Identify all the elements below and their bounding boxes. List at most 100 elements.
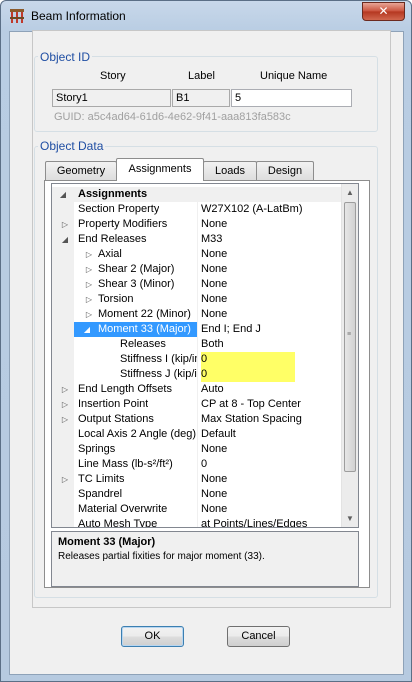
collapse-icon[interactable]: ◢ — [82, 322, 92, 337]
property-value[interactable]: at Points/Lines/Edges — [201, 517, 343, 527]
tab-loads[interactable]: Loads — [203, 161, 257, 181]
property-value[interactable]: None — [201, 487, 343, 502]
grid-row[interactable]: ▷ Output Stations Max Station Spacing — [52, 412, 343, 427]
grid-row[interactable]: Auto Mesh Type at Points/Lines/Edges — [52, 517, 343, 527]
grid-row[interactable]: Local Axis 2 Angle (deg) Default — [52, 427, 343, 442]
close-button[interactable]: ✕ — [362, 2, 405, 21]
property-name: Stiffness J (kip/in — [120, 368, 197, 380]
property-value[interactable]: End I; End J — [201, 322, 343, 337]
expand-icon[interactable]: ▷ — [84, 247, 94, 262]
property-value[interactable]: Max Station Spacing — [201, 412, 343, 427]
grid-row-selected[interactable]: Moment 33 (Major) ◢ End I; End J — [52, 322, 343, 337]
property-value[interactable]: W27X102 (A-LatBm) — [201, 202, 343, 217]
tab-design[interactable]: Design — [256, 161, 314, 181]
collapse-icon[interactable]: ◢ — [58, 187, 68, 202]
grid-row[interactable]: ▷ Moment 22 (Minor) None — [52, 307, 343, 322]
row-margin — [52, 202, 74, 217]
grid-row[interactable]: Section Property W27X102 (A-LatBm) — [52, 202, 343, 217]
property-name: Stiffness I (kip/in — [120, 353, 197, 365]
scroll-down-icon[interactable]: ▼ — [342, 510, 358, 527]
expand-icon[interactable]: ▷ — [84, 277, 94, 292]
grid-row[interactable]: Stiffness I (kip/in 0 — [52, 352, 343, 367]
expand-icon[interactable]: ▷ — [84, 292, 94, 307]
grid-row[interactable]: Releases Both — [52, 337, 343, 352]
property-value[interactable]: None — [201, 217, 343, 232]
property-value[interactable]: None — [201, 262, 343, 277]
category-row-assignments[interactable]: ◢ Assignments — [52, 187, 343, 202]
property-value[interactable]: None — [201, 292, 343, 307]
story-field: Story1 — [52, 89, 171, 107]
scroll-up-icon[interactable]: ▲ — [342, 184, 358, 201]
grid-row[interactable]: ▷ Insertion Point CP at 8 - Top Center — [52, 397, 343, 412]
property-value[interactable]: None — [201, 442, 343, 457]
window-title: Beam Information — [31, 9, 126, 23]
property-name: Material Overwrite — [78, 503, 168, 515]
grid-row[interactable]: ▷ Torsion None — [52, 292, 343, 307]
property-name: End Releases — [78, 233, 147, 245]
expand-icon[interactable]: ▷ — [60, 412, 70, 427]
grid-row[interactable]: Springs None — [52, 442, 343, 457]
property-value[interactable]: Both — [201, 337, 343, 352]
property-name: End Length Offsets — [78, 383, 172, 395]
property-value[interactable]: 0 — [201, 367, 295, 382]
property-name: Spandrel — [78, 488, 123, 500]
property-value[interactable]: None — [201, 472, 343, 487]
expand-icon[interactable]: ▷ — [84, 262, 94, 277]
property-value[interactable]: CP at 8 - Top Center — [201, 397, 343, 412]
grid-row[interactable]: ▷ Shear 3 (Minor) None — [52, 277, 343, 292]
property-value[interactable]: Default — [201, 427, 343, 442]
grid-row[interactable]: Line Mass (lb-s²/ft²) 0 — [52, 457, 343, 472]
property-value[interactable]: Auto — [201, 382, 343, 397]
grid-row[interactable]: ◢ End Releases M33 — [52, 232, 343, 247]
grid-row[interactable]: ▷ TC Limits None — [52, 472, 343, 487]
row-margin — [52, 277, 74, 292]
expand-icon[interactable]: ▷ — [60, 397, 70, 412]
column-divider — [197, 337, 198, 352]
expand-icon[interactable]: ▷ — [60, 472, 70, 487]
grid-row[interactable]: ▷ Axial None — [52, 247, 343, 262]
grip-icon: ≡ — [347, 331, 352, 338]
column-divider — [197, 352, 198, 367]
tab-assignments[interactable]: Assignments — [116, 158, 204, 181]
property-value[interactable]: 0 — [201, 352, 295, 367]
collapse-icon[interactable]: ◢ — [60, 232, 70, 247]
column-divider — [197, 382, 198, 397]
property-value[interactable]: None — [201, 502, 343, 517]
column-divider — [197, 322, 198, 337]
vertical-scrollbar[interactable]: ▲ ≡ ▼ — [341, 184, 358, 527]
expand-icon[interactable]: ▷ — [60, 217, 70, 232]
property-value[interactable]: 0 — [201, 457, 343, 472]
property-value[interactable]: M33 — [201, 232, 343, 247]
unique-name-field[interactable]: 5 — [231, 89, 352, 107]
property-grid[interactable]: ◢ Assignments Section Property W27X102 (… — [51, 183, 359, 528]
row-margin — [52, 502, 74, 517]
expand-icon[interactable]: ▷ — [84, 307, 94, 322]
label-column-header: Label — [188, 70, 215, 82]
property-value[interactable]: None — [201, 247, 343, 262]
scrollbar-thumb[interactable]: ≡ — [344, 202, 356, 472]
column-divider — [197, 217, 198, 232]
row-margin — [52, 457, 74, 472]
grid-row[interactable]: ▷ Shear 2 (Major) None — [52, 262, 343, 277]
title-bar[interactable]: Beam Information ✕ — [1, 1, 411, 31]
property-name: Line Mass (lb-s²/ft²) — [78, 458, 173, 470]
property-name: Local Axis 2 Angle (deg) — [78, 428, 197, 440]
ok-button[interactable]: OK — [121, 626, 184, 647]
category-label: Assignments — [78, 188, 148, 200]
expand-icon[interactable]: ▷ — [60, 382, 70, 397]
tab-geometry[interactable]: Geometry — [45, 161, 117, 181]
grid-row[interactable]: Spandrel None — [52, 487, 343, 502]
column-divider — [197, 487, 198, 502]
grid-row[interactable]: ▷ Property Modifiers None — [52, 217, 343, 232]
story-column-header: Story — [100, 70, 126, 82]
grid-row[interactable]: Material Overwrite None — [52, 502, 343, 517]
grid-row[interactable]: Stiffness J (kip/in 0 — [52, 367, 343, 382]
grid-row[interactable]: ▷ End Length Offsets Auto — [52, 382, 343, 397]
column-divider — [197, 262, 198, 277]
property-value[interactable]: None — [201, 307, 343, 322]
unique-name-column-header: Unique Name — [260, 70, 328, 82]
property-value[interactable]: None — [201, 277, 343, 292]
property-name: Moment 33 (Major) — [74, 322, 197, 337]
object-data-legend: Object Data — [38, 139, 106, 153]
cancel-button[interactable]: Cancel — [227, 626, 290, 647]
